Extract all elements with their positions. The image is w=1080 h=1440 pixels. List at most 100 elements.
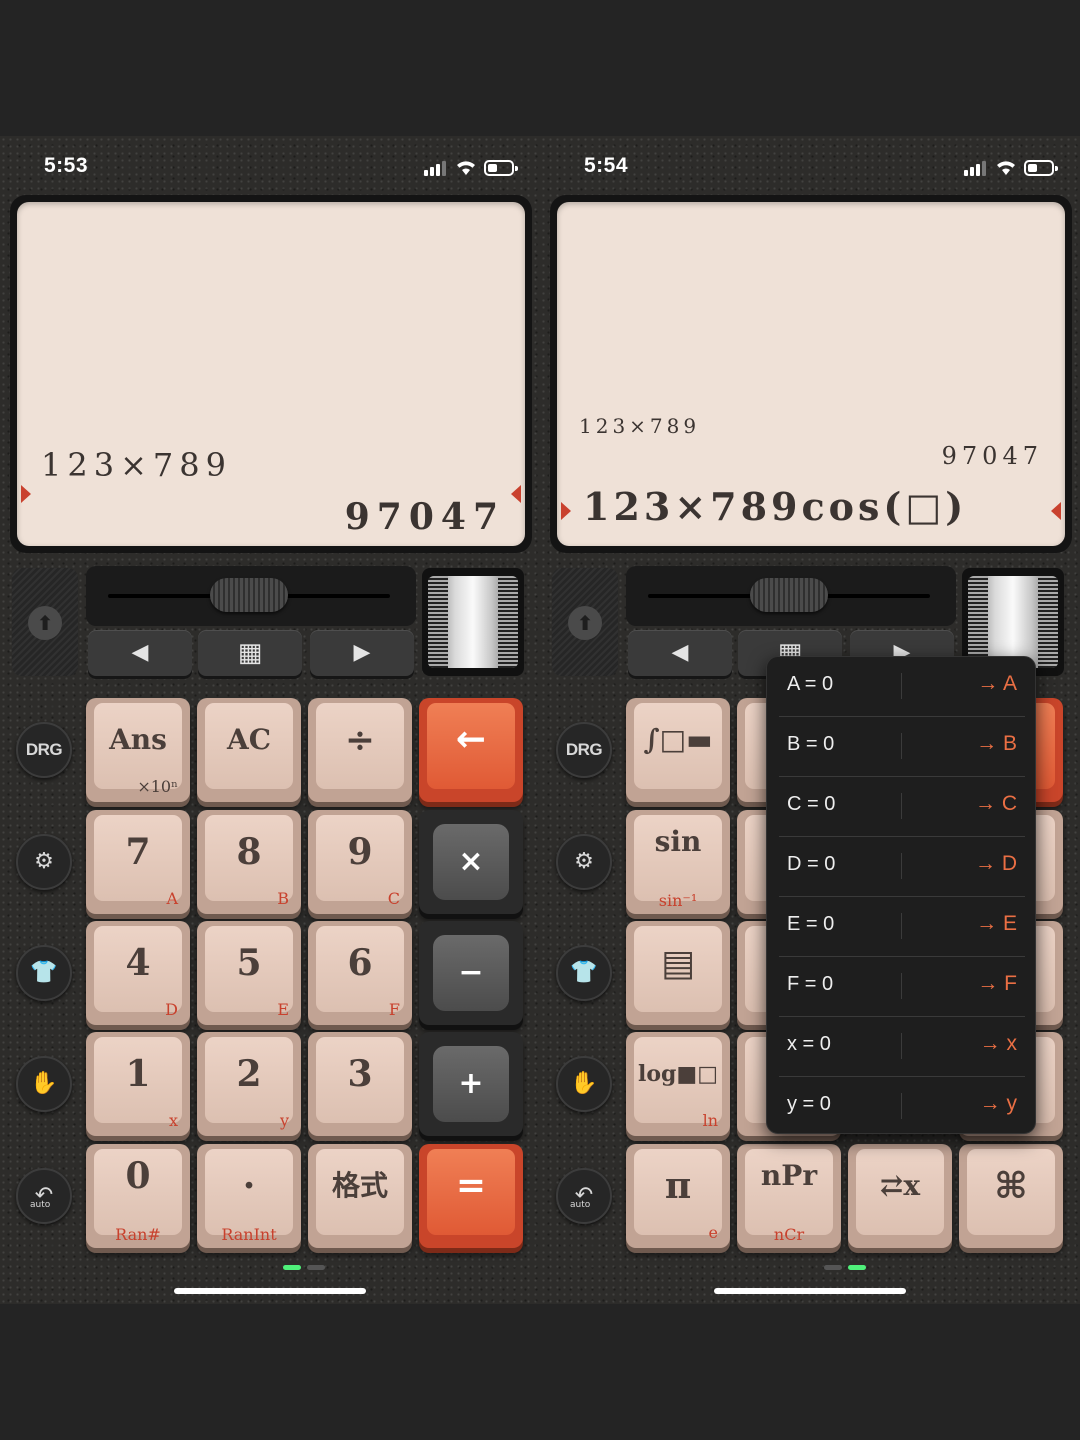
key-button[interactable]: 5E <box>197 921 301 1025</box>
variable-value[interactable]: C = 0 <box>787 793 835 816</box>
key-button[interactable]: ÷ <box>308 698 412 802</box>
slider-knob[interactable] <box>750 578 828 612</box>
key-label: ⇄x <box>879 1169 921 1202</box>
shift-up-icon[interactable]: ⬆ <box>568 606 602 640</box>
display[interactable]: 123×789 97047 <box>17 202 525 546</box>
cursor-left-button[interactable]: ◀ <box>88 630 192 676</box>
store-to-variable-button[interactable]: → x <box>980 1032 1017 1056</box>
variable-row[interactable]: A = 0 → A <box>779 657 1025 717</box>
variable-row[interactable]: x = 0 → x <box>779 1017 1025 1077</box>
key-button[interactable]: 8B <box>197 810 301 914</box>
hand-gesture-icon[interactable]: ✋ <box>16 1056 72 1112</box>
undo-auto-icon[interactable]: ↶ auto <box>556 1168 612 1224</box>
store-to-variable-button[interactable]: → C <box>975 792 1017 816</box>
status-icons <box>944 158 1058 178</box>
key-button[interactable]: ← <box>419 698 523 802</box>
home-indicator[interactable] <box>174 1288 366 1294</box>
cursor-right-marker <box>1051 502 1061 520</box>
scroll-wheel[interactable] <box>422 568 524 676</box>
store-to-variable-button[interactable]: → y <box>980 1092 1017 1116</box>
variable-value[interactable]: E = 0 <box>787 913 834 936</box>
key-label: 3 <box>347 1053 373 1095</box>
variable-value[interactable]: A = 0 <box>787 673 833 696</box>
variable-value[interactable]: B = 0 <box>787 733 834 756</box>
key-label: ∫□▬ <box>643 723 713 756</box>
key-sublabel: ×10ⁿ <box>137 777 178 796</box>
key-button[interactable]: 6F <box>308 921 412 1025</box>
home-indicator[interactable] <box>714 1288 906 1294</box>
store-to-variable-button[interactable]: → E <box>976 912 1017 936</box>
key-label: × <box>458 844 484 879</box>
key-button[interactable]: . RanInt <box>197 1144 301 1248</box>
key-sublabel: A <box>166 889 178 908</box>
shift-up-icon[interactable]: ⬆ <box>28 606 62 640</box>
hand-gesture-icon[interactable]: ✋ <box>556 1056 612 1112</box>
key-label: + <box>458 1066 484 1101</box>
divider <box>901 853 902 879</box>
key-button[interactable]: 4D <box>86 921 190 1025</box>
key-button[interactable]: nPr nCr <box>737 1144 841 1248</box>
display-expression: 123×789 <box>41 446 232 484</box>
key-button[interactable]: ∫□▬ <box>626 698 730 802</box>
key-button[interactable]: AC <box>197 698 301 802</box>
variable-row[interactable]: D = 0 → D <box>779 837 1025 897</box>
variable-row[interactable]: B = 0 → B <box>779 717 1025 777</box>
theme-shirt-icon[interactable]: 👕 <box>16 945 72 1001</box>
variable-row[interactable]: E = 0 → E <box>779 897 1025 957</box>
slider-tray <box>86 566 416 626</box>
key-sublabel: nCr <box>773 1225 805 1244</box>
variable-value[interactable]: F = 0 <box>787 973 833 996</box>
variable-row[interactable]: C = 0 → C <box>779 777 1025 837</box>
variable-value[interactable]: y = 0 <box>787 1093 831 1116</box>
key-button[interactable]: = <box>419 1144 523 1248</box>
store-to-variable-button[interactable]: → D <box>975 852 1017 876</box>
key-button[interactable]: log■□ ln <box>626 1032 730 1136</box>
key-sublabel: E <box>277 1000 289 1019</box>
slider-knob[interactable] <box>210 578 288 612</box>
slider-tray <box>626 566 956 626</box>
key-label: sin <box>654 825 702 858</box>
key-button[interactable]: 1x <box>86 1032 190 1136</box>
variable-value[interactable]: x = 0 <box>787 1033 831 1056</box>
status-time: 5:53 <box>44 154 89 177</box>
shift-slot: ⬆ <box>552 568 618 676</box>
drg-button[interactable]: DRG <box>556 722 612 778</box>
key-label: 4 <box>125 942 151 984</box>
key-button[interactable]: ⇄x <box>848 1144 952 1248</box>
wifi-icon <box>997 161 1015 175</box>
key-button[interactable]: 7A <box>86 810 190 914</box>
key-button[interactable]: ▤ <box>626 921 730 1025</box>
key-button[interactable]: 3 <box>308 1032 412 1136</box>
key-button[interactable]: sin sin⁻¹ <box>626 810 730 914</box>
cursor-right-button[interactable]: ▶ <box>310 630 414 676</box>
key-button[interactable]: 2y <box>197 1032 301 1136</box>
settings-gear-icon[interactable]: ⚙ <box>16 834 72 890</box>
store-to-variable-button[interactable]: → F <box>977 972 1017 996</box>
key-button[interactable]: + <box>419 1032 523 1136</box>
key-button[interactable]: 格式 <box>308 1144 412 1248</box>
cursor-left-button[interactable]: ◀ <box>628 630 732 676</box>
variable-row[interactable]: F = 0 → F <box>779 957 1025 1017</box>
store-to-variable-button[interactable]: → B <box>976 732 1017 756</box>
settings-gear-icon[interactable]: ⚙ <box>556 834 612 890</box>
store-to-variable-button[interactable]: → A <box>977 672 1017 696</box>
key-button[interactable]: 9C <box>308 810 412 914</box>
status-icons <box>404 158 518 178</box>
key-button[interactable]: ⌘ <box>959 1144 1063 1248</box>
display-bezel: 123×789 97047 <box>10 195 532 553</box>
display[interactable]: 123×789 97047 123×789cos(□) <box>557 202 1065 546</box>
drg-button[interactable]: DRG <box>16 722 72 778</box>
key-button[interactable]: × <box>419 810 523 914</box>
key-sublabel: D <box>165 1000 178 1019</box>
key-sublabel: B <box>277 889 289 908</box>
key-button[interactable]: − <box>419 921 523 1025</box>
variable-row[interactable]: y = 0 → y <box>779 1077 1025 1137</box>
key-button[interactable]: 0 Ran# <box>86 1144 190 1248</box>
menu-grid-button[interactable]: ▦ <box>198 630 302 676</box>
theme-shirt-icon[interactable]: 👕 <box>556 945 612 1001</box>
wifi-icon <box>457 161 475 175</box>
key-button[interactable]: πe <box>626 1144 730 1248</box>
undo-auto-icon[interactable]: ↶ auto <box>16 1168 72 1224</box>
variable-value[interactable]: D = 0 <box>787 853 835 876</box>
key-button[interactable]: Ans ×10ⁿ <box>86 698 190 802</box>
